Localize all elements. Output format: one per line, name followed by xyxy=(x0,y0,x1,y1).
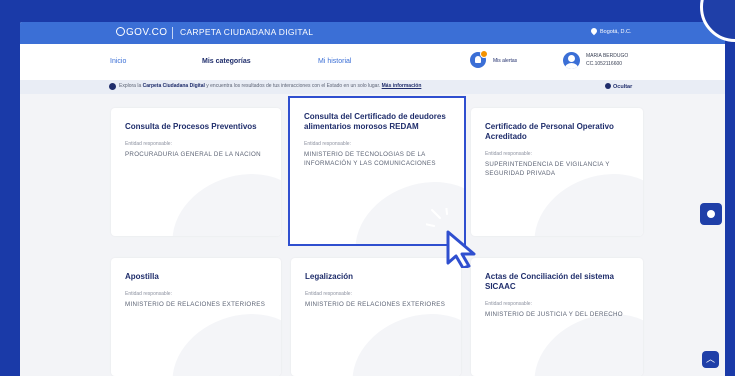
alert-dot xyxy=(480,50,488,58)
category-card[interactable]: Certificado de Personal Operativo Acredi… xyxy=(471,108,643,236)
info-middle: y encuentra los resultados de tus intera… xyxy=(204,83,382,89)
card-title: Legalización xyxy=(305,272,354,281)
pointer-cursor-icon xyxy=(426,208,476,268)
main-nav: Inicio Mis categorías Mi historial Mis a… xyxy=(20,44,725,81)
category-card[interactable]: Legalización Entidad responsable: MINIST… xyxy=(291,258,461,376)
card-title: Certificado de Personal Operativo Acredi… xyxy=(485,122,614,141)
card-title: Consulta del Certificado de deudores ali… xyxy=(304,112,446,131)
info-text: Explora la Carpeta Ciudadana Digital y e… xyxy=(119,83,421,89)
card-entity: SUPERINTENDENCIA DE VIGILANCIA Y SEGURID… xyxy=(485,161,610,177)
info-icon xyxy=(109,83,116,90)
govco-logo[interactable]: GOV.CO xyxy=(116,27,168,38)
card-entity-label: Entidad responsable: xyxy=(485,301,532,307)
nav-item-mi-historial[interactable]: Mi historial xyxy=(318,58,351,65)
hide-banner-button[interactable]: Ocultar xyxy=(605,83,632,90)
nav-item-mis-categorias[interactable]: Mis categorías xyxy=(202,58,251,65)
more-info-link[interactable]: Más información xyxy=(382,83,422,89)
card-entity: MINISTERIO DE RELACIONES EXTERIORES xyxy=(305,301,446,308)
alerts-label[interactable]: Mis alertas xyxy=(493,58,517,64)
top-header: GOV.CO CARPETA CIUDADANA DIGITAL Bogotá,… xyxy=(20,22,725,44)
card-entity: MINISTERIO DE TECNOLOGIAS DE LA INFORMAC… xyxy=(304,151,436,167)
help-icon[interactable] xyxy=(700,203,722,225)
info-strong: Carpeta Ciudadana Digital xyxy=(142,83,205,89)
user-id: CC.1052116600 xyxy=(586,61,623,67)
chevron-up-icon[interactable]: ︿ xyxy=(702,351,719,368)
category-card[interactable]: Consulta de Procesos Preventivos Entidad… xyxy=(111,108,281,236)
category-card[interactable]: Actas de Conciliación del sistema SICAAC… xyxy=(471,258,643,376)
user-avatar-icon[interactable] xyxy=(563,52,580,69)
card-entity: PROCURADURIA GENERAL DE LA NACION xyxy=(125,151,261,158)
location-pin-icon xyxy=(589,26,599,36)
user-name[interactable]: MARIA BERDUGO xyxy=(586,53,628,59)
nav-item-inicio[interactable]: Inicio xyxy=(110,58,126,65)
card-entity-label: Entidad responsable: xyxy=(125,141,172,147)
card-entity: MINISTERIO DE RELACIONES EXTERIORES xyxy=(125,301,266,308)
app-window: GOV.CO CARPETA CIUDADANA DIGITAL Bogotá,… xyxy=(20,22,725,376)
card-entity: MINISTERIO DE JUSTICIA Y DEL DERECHO xyxy=(485,311,623,318)
location-label: Bogotá, D.C. xyxy=(600,29,632,35)
govco-logo-icon xyxy=(116,27,125,36)
card-entity-label: Entidad responsable: xyxy=(305,291,352,297)
card-title: Actas de Conciliación del sistema SICAAC xyxy=(485,272,614,291)
eye-icon xyxy=(605,83,611,89)
card-title: Apostilla xyxy=(125,272,159,281)
info-prefix: Explora la xyxy=(119,83,143,89)
header-divider xyxy=(172,27,173,39)
location-selector[interactable]: Bogotá, D.C. xyxy=(589,26,632,36)
category-card[interactable]: Apostilla Entidad responsable: MINISTERI… xyxy=(111,258,281,376)
card-title: Consulta de Procesos Preventivos xyxy=(125,122,257,131)
logo-text: GOV.CO xyxy=(126,27,168,38)
card-entity-label: Entidad responsable: xyxy=(485,151,532,157)
app-title: CARPETA CIUDADANA DIGITAL xyxy=(180,27,314,37)
card-entity-label: Entidad responsable: xyxy=(125,291,172,297)
info-banner: Explora la Carpeta Ciudadana Digital y e… xyxy=(20,80,725,94)
screenshot-frame: GOV.CO CARPETA CIUDADANA DIGITAL Bogotá,… xyxy=(0,0,735,376)
card-entity-label: Entidad responsable: xyxy=(304,141,351,147)
hide-label: Ocultar xyxy=(613,84,633,90)
